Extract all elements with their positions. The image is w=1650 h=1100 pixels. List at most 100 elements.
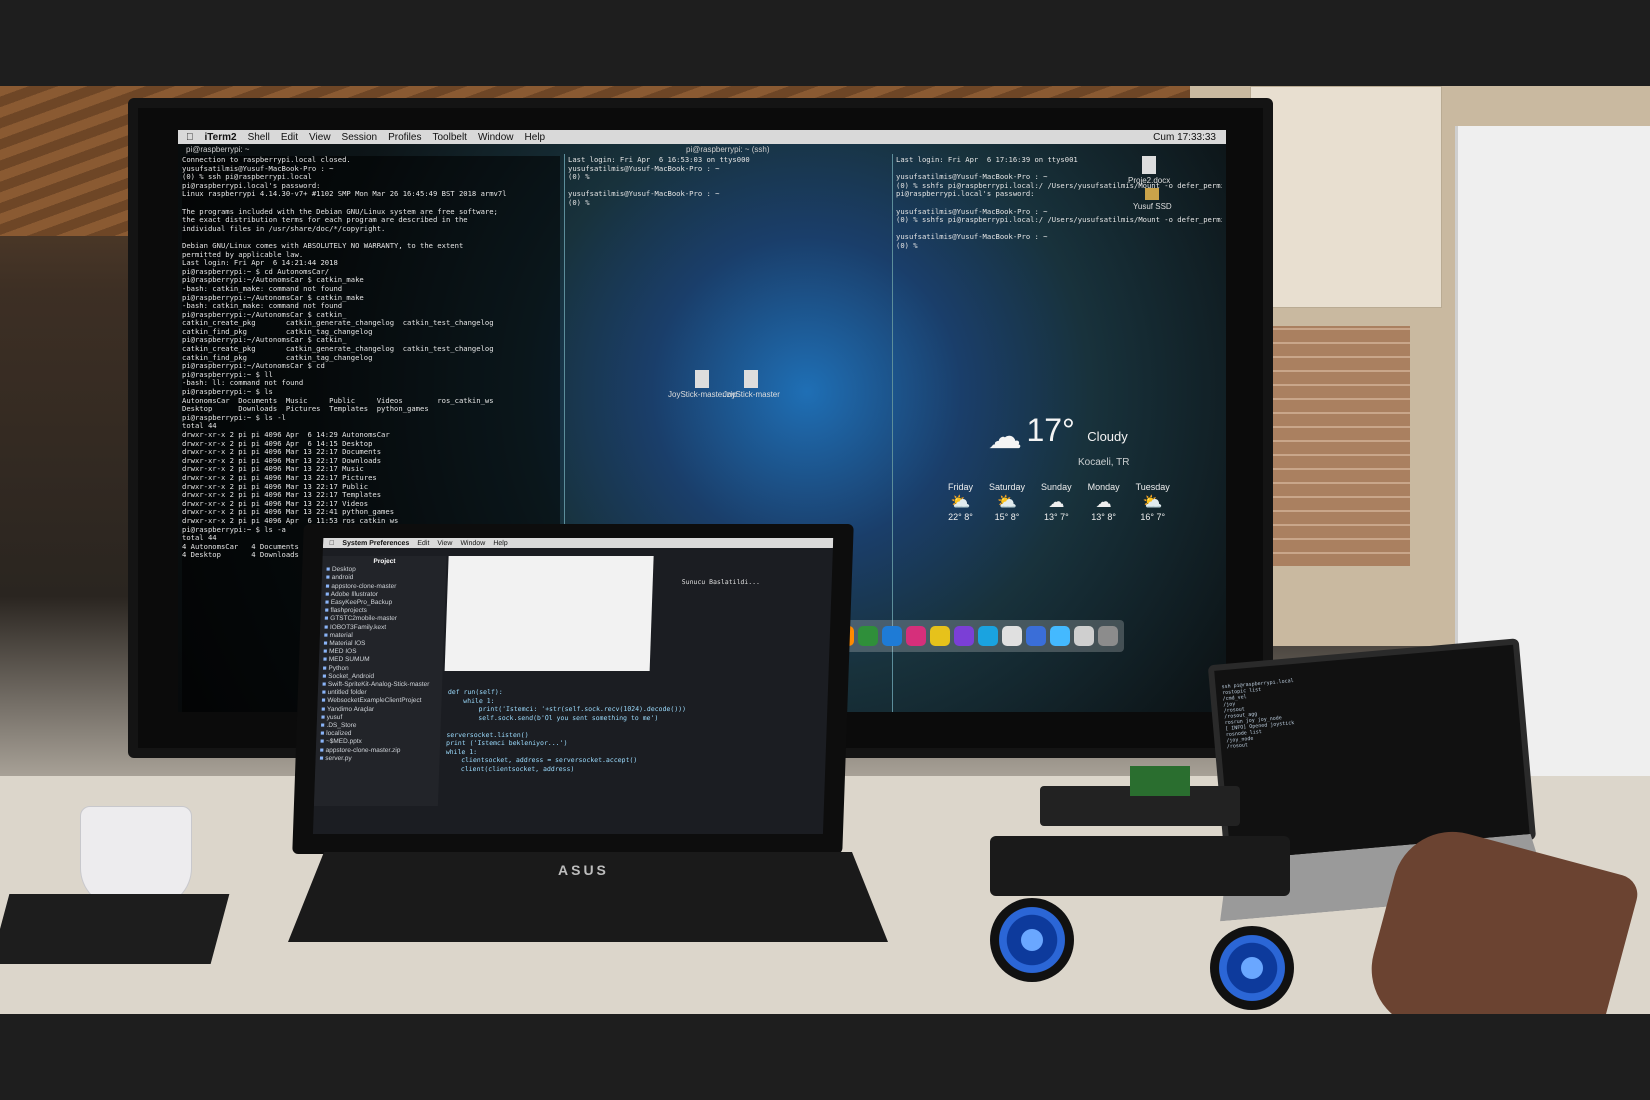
sidebar-item[interactable]: ■ Adobe Illustrator — [325, 591, 441, 599]
sidebar-item[interactable]: ■ Python — [323, 665, 439, 673]
sidebar-item[interactable]: ■ Swift-SpriteKit-Analog-Stick-master — [322, 681, 438, 689]
dock-app-icon[interactable] — [978, 626, 998, 646]
sidebar-item[interactable]: ■ localized — [320, 730, 436, 738]
robot-wheel — [990, 898, 1074, 982]
dock-app-icon[interactable] — [882, 626, 902, 646]
apple-icon[interactable]:  — [329, 540, 334, 547]
dock-app-icon[interactable] — [930, 626, 950, 646]
robot-car — [960, 766, 1360, 1014]
dock-app-icon[interactable] — [858, 626, 878, 646]
menu-iterm2[interactable]: iTerm2 — [205, 132, 237, 143]
dock-app-icon[interactable] — [1002, 626, 1022, 646]
sidebar-item[interactable]: ■ Yandimo Araçlar — [321, 706, 437, 714]
robot-chassis — [990, 836, 1290, 896]
weather-widget: ☁ 17° Cloudy Kocaeli, TR — [988, 412, 1130, 468]
forecast-day: Friday ⛅ 22° 8° — [948, 482, 974, 522]
menu-system-preferences[interactable]: System Preferences — [342, 540, 409, 547]
mac-menubar:  iTerm2 Shell Edit View Session Profile… — [178, 130, 1226, 144]
partly-sunny-icon: ⛅ — [997, 494, 1017, 511]
terminal-right[interactable]: Last login: Fri Apr 6 17:16:39 on ttys00… — [896, 156, 1222, 256]
laptop-menubar:  System Preferences Edit View Window He… — [322, 538, 834, 548]
sidebar-item[interactable]: ■ MED IOS — [323, 648, 439, 656]
desktop-file-docx[interactable]: Proje2.docx — [1128, 156, 1170, 185]
document-icon — [1142, 156, 1157, 174]
sidebar-item[interactable]: ■ .DS_Store — [321, 722, 437, 730]
cloud-icon: ☁ — [1048, 494, 1065, 511]
drive-icon — [1145, 188, 1160, 200]
terminal-tab-title-ssh[interactable]: pi@raspberrypi: ~ (ssh) — [686, 145, 769, 154]
apple-icon[interactable]:  — [186, 132, 194, 143]
menu-view[interactable]: View — [437, 540, 452, 547]
forecast-day: Sunday ☁ 13° 7° — [1041, 482, 1072, 522]
desktop-folder[interactable]: JoyStick-master — [723, 370, 780, 399]
sidebar-item[interactable]: ■ IOBOT3Family.kext — [324, 624, 440, 632]
sidebar-item[interactable]: ■ MED SUMUM — [323, 656, 439, 664]
photo:  iTerm2 Shell Edit View Session Profile… — [0, 86, 1650, 1014]
menu-shell[interactable]: Shell — [248, 132, 270, 143]
menu-help[interactable]: Help — [525, 132, 546, 143]
weather-forecast: Friday ⛅ 22° 8° Saturday ⛅ 15° 8° Sunday ☁ 13°… — [948, 482, 1170, 522]
glass-cup — [80, 806, 192, 908]
sidebar-item[interactable]: ■ flashprojects — [325, 607, 441, 615]
menu-edit[interactable]: Edit — [281, 132, 298, 143]
partly-sunny-icon: ⛅ — [1142, 494, 1163, 511]
dock-app-icon[interactable] — [1050, 626, 1070, 646]
laptop-screen:  System Preferences Edit View Window He… — [312, 538, 834, 834]
project-sidebar: Project ■ Desktop ■ android ■ appstore-clo… — [313, 556, 447, 806]
sidebar-title: Project — [373, 558, 396, 565]
laptop-screen-frame:  System Preferences Edit View Window He… — [292, 524, 854, 854]
weather-temp: 17° — [1026, 412, 1075, 448]
menubar-clock[interactable]: Cum 17:33:33 — [1153, 132, 1226, 143]
terminal-tab-title[interactable]: pi@raspberrypi: ~ — [186, 145, 249, 154]
zip-file-icon — [695, 370, 710, 388]
dock-app-icon[interactable] — [1098, 626, 1118, 646]
partly-sunny-icon: ⛅ — [950, 494, 971, 511]
code-editor[interactable]: def run(self): while 1: print('Istemci: … — [445, 688, 687, 773]
terminal-middle[interactable]: Last login: Fri Apr 6 16:53:03 on ttys00… — [568, 156, 888, 246]
cloud-icon: ☁ — [1095, 494, 1112, 511]
menu-profiles[interactable]: Profiles — [388, 132, 421, 143]
terminal-window-light[interactable] — [444, 556, 654, 671]
sidebar-item[interactable]: ■ server.py — [319, 755, 435, 763]
sidebar-item[interactable]: ■ ~$MED.pptx — [320, 738, 436, 746]
raspberry-pi-board — [1130, 766, 1190, 796]
menu-session[interactable]: Session — [342, 132, 378, 143]
menu-window[interactable]: Window — [478, 132, 514, 143]
dock-app-icon[interactable] — [906, 626, 926, 646]
macbook-terminal[interactable]: ssh pi@raspberrypi.local rostopic list /… — [1221, 678, 1299, 750]
sidebar-item[interactable]: ■ yusuf — [321, 714, 437, 722]
sidebar-item[interactable]: ■ GTSTC2mobile-master — [324, 615, 440, 623]
server-status: Sunucu Baslatildi... — [681, 578, 761, 586]
forecast-day: Tuesday ⛅ 16° 7° — [1135, 482, 1170, 522]
black-device — [0, 894, 230, 964]
menu-window[interactable]: Window — [460, 540, 485, 547]
folder-icon — [744, 370, 759, 388]
dock-app-icon[interactable] — [1026, 626, 1046, 646]
dock-app-icon[interactable] — [954, 626, 974, 646]
mac-dock — [828, 620, 1124, 652]
sidebar-item[interactable]: ■ Material IOS — [323, 640, 439, 648]
menu-toolbelt[interactable]: Toolbelt — [432, 132, 466, 143]
menu-edit[interactable]: Edit — [417, 540, 429, 547]
asus-logo: ASUS — [558, 862, 609, 878]
sidebar-item[interactable]: ■ WebsocketExampleClientProject — [321, 697, 437, 705]
sidebar-item[interactable]: ■ EasyKeePro_Backup — [325, 599, 441, 607]
asus-laptop:  System Preferences Edit View Window He… — [288, 524, 888, 944]
forecast-day: Monday ☁ 13° 8° — [1087, 482, 1120, 522]
sidebar-item[interactable]: ■ material — [324, 632, 440, 640]
sidebar-item[interactable]: ■ android — [326, 574, 442, 582]
sidebar-item[interactable]: ■ appstore-clone-master — [325, 583, 441, 591]
menu-help[interactable]: Help — [493, 540, 508, 547]
sidebar-item[interactable]: ■ appstore-clone-master.zip — [320, 747, 436, 755]
sidebar-item[interactable]: ■ untitled folder — [322, 689, 438, 697]
weather-location: Kocaeli, TR — [1078, 456, 1130, 468]
kitchen-cabinet — [1250, 86, 1442, 308]
robot-wheel — [1210, 926, 1294, 1010]
weather-condition: Cloudy — [1087, 429, 1128, 444]
sidebar-item[interactable]: ■ Socket_Android — [322, 673, 438, 681]
menu-view[interactable]: View — [309, 132, 331, 143]
sidebar-item[interactable]: ■ Desktop — [326, 566, 442, 574]
desktop-drive[interactable]: Yusuf SSD — [1133, 188, 1172, 211]
dock-app-icon[interactable] — [1074, 626, 1094, 646]
forecast-day: Saturday ⛅ 15° 8° — [989, 482, 1026, 522]
